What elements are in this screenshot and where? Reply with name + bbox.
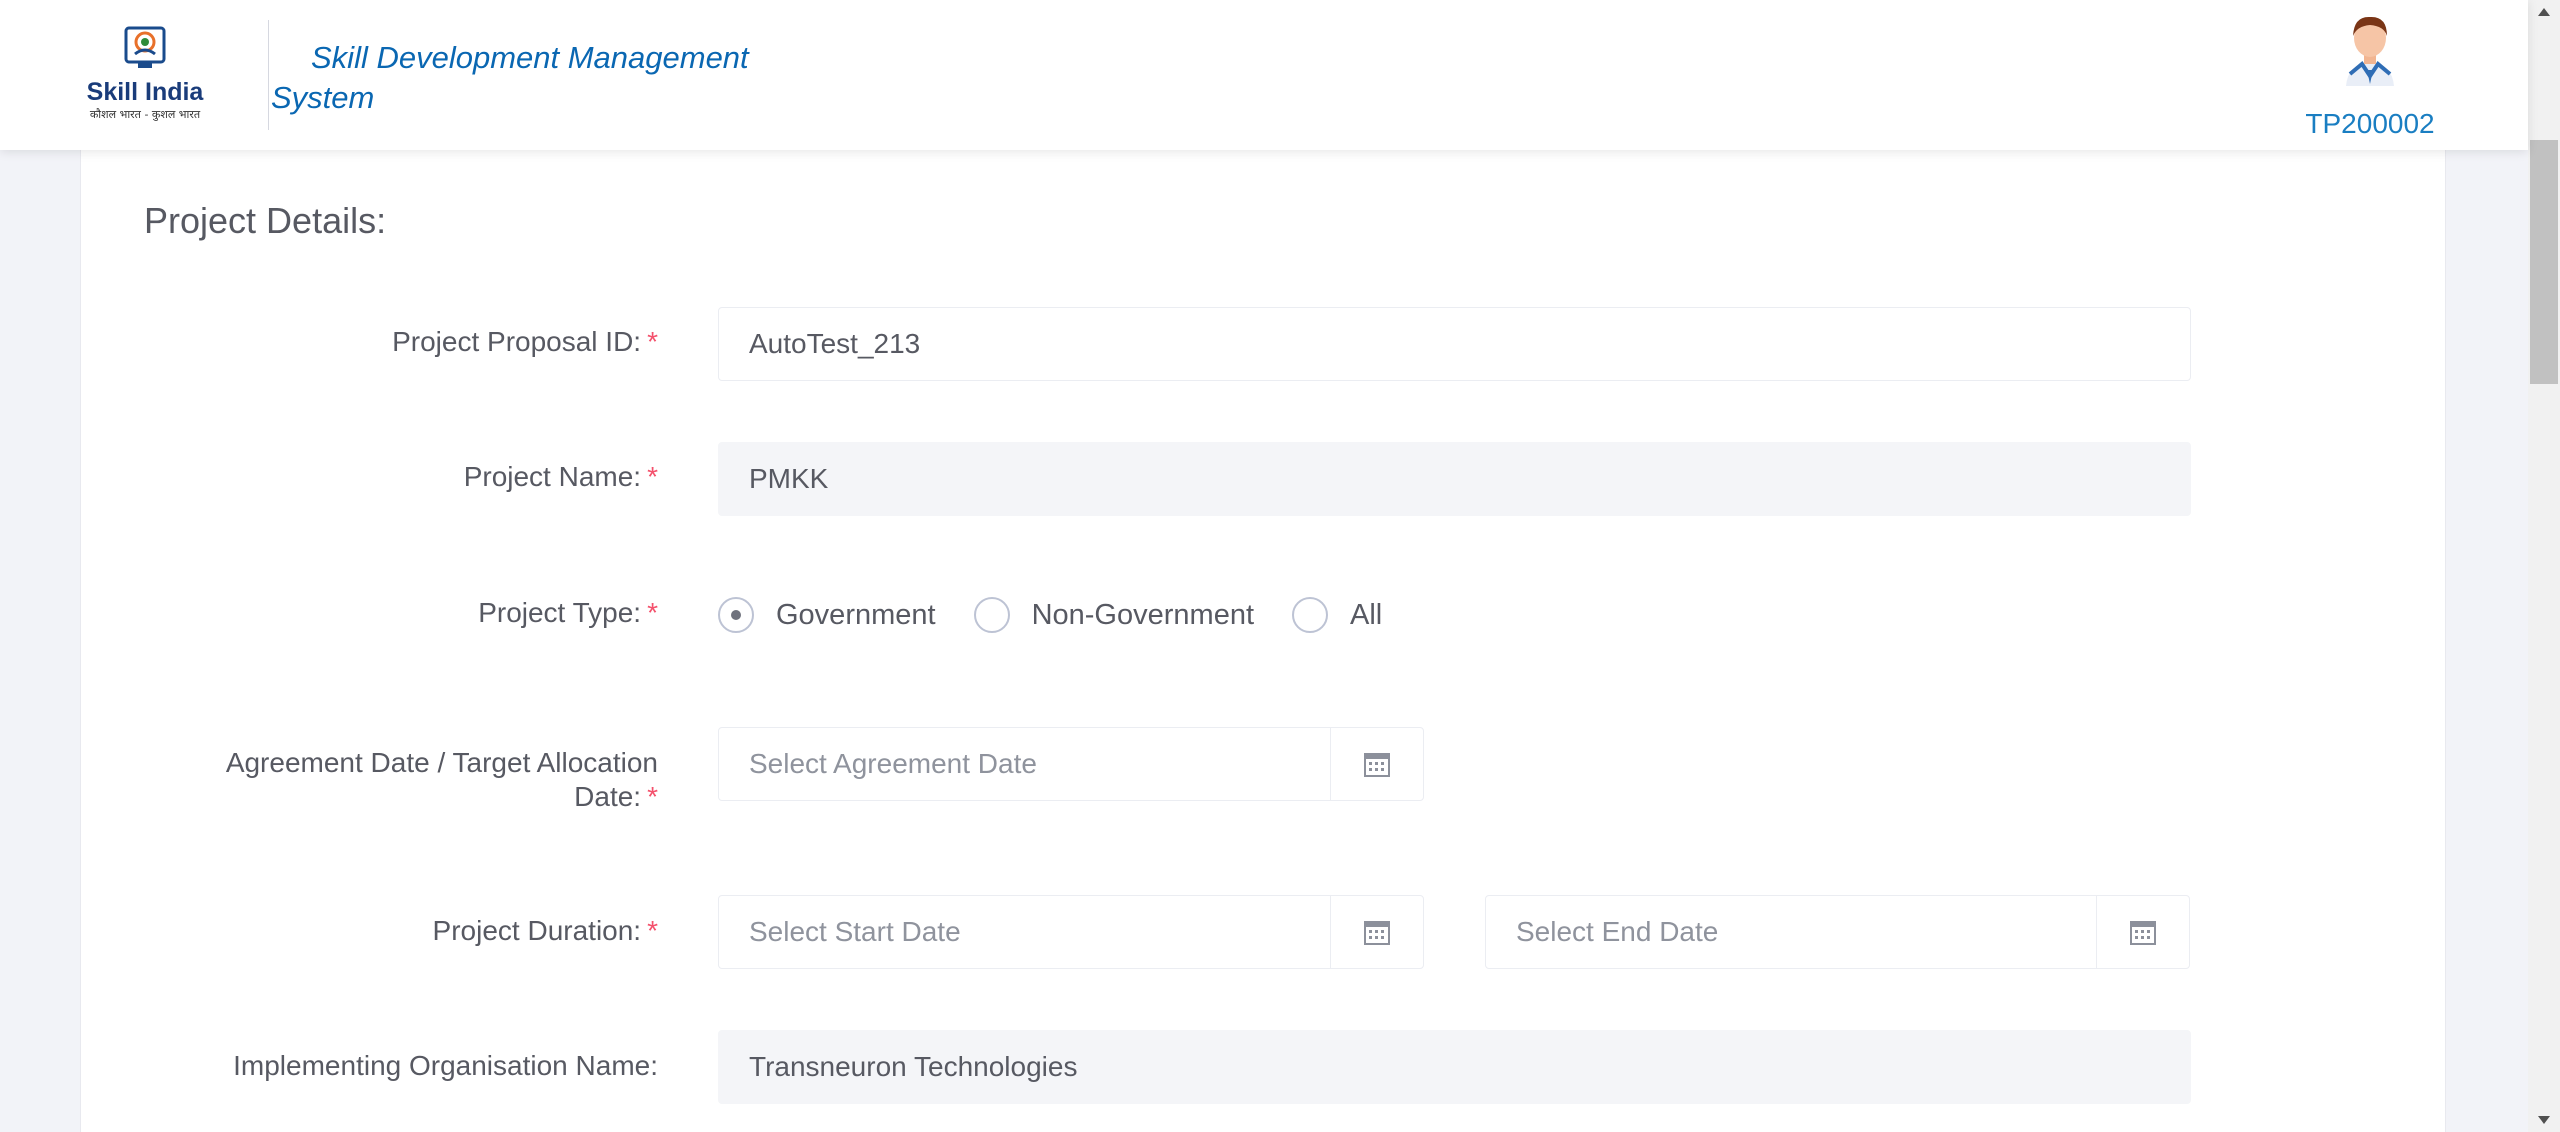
header-divider: [268, 20, 269, 130]
required-marker: *: [647, 461, 658, 492]
radio-non-government[interactable]: Non-Government: [973, 597, 1255, 633]
project-name-input[interactable]: PMKK: [718, 442, 2191, 516]
required-marker: *: [647, 326, 658, 357]
required-marker: *: [647, 597, 658, 628]
end-date-input[interactable]: Select End Date: [1485, 895, 2097, 969]
implementing-org-input[interactable]: Transneuron Technologies: [718, 1030, 2191, 1104]
required-marker: *: [647, 781, 658, 812]
project-type-radio-group: Government Non-Government All: [718, 594, 1420, 636]
skill-india-logo[interactable]: Skill India कौशल भारत - कुशल भारत: [80, 24, 210, 128]
section-title: Project Details:: [144, 200, 387, 241]
top-header: Skill India कौशल भारत - कुशल भारत Skill …: [0, 0, 2528, 150]
scroll-down-arrow-icon[interactable]: [2528, 1108, 2560, 1132]
required-marker: *: [647, 915, 658, 946]
user-id[interactable]: TP200002: [2300, 108, 2440, 140]
project-duration-label: Project Duration: *: [432, 915, 658, 946]
agreement-date-input[interactable]: Select Agreement Date: [718, 727, 1331, 801]
calendar-icon: [1364, 921, 1390, 945]
radio-non-government-circle[interactable]: [973, 597, 1010, 633]
user-avatar-icon[interactable]: [2340, 14, 2400, 86]
radio-non-government-label: Non-Government: [1031, 598, 1255, 631]
end-date-calendar-button[interactable]: [2096, 895, 2190, 969]
radio-government[interactable]: Government: [718, 597, 936, 633]
project-type-label: Project Type: *: [478, 597, 658, 628]
scroll-up-arrow-icon[interactable]: [2528, 0, 2560, 24]
implementing-org-label: Implementing Organisation Name:: [233, 1050, 658, 1081]
start-date-input[interactable]: Select Start Date: [718, 895, 1331, 969]
vertical-scrollbar[interactable]: [2528, 0, 2560, 1132]
scrollbar-thumb[interactable]: [2530, 140, 2558, 384]
radio-government-label: Government: [776, 598, 936, 631]
agreement-date-calendar-button[interactable]: [1330, 727, 1424, 801]
project-name-label: Project Name: *: [463, 461, 658, 492]
app-title: Skill Development Management System: [271, 40, 749, 115]
logo-tagline-text: कौशल भारत - कुशल भारत: [90, 108, 201, 121]
radio-all-label: All: [1350, 598, 1383, 631]
calendar-icon: [2130, 921, 2156, 945]
radio-all-circle[interactable]: [1292, 597, 1329, 633]
start-date-calendar-button[interactable]: [1330, 895, 1424, 969]
calendar-icon: [1364, 753, 1390, 777]
logo-name-text: Skill India: [87, 78, 205, 106]
project-details-card: [80, 150, 2446, 1132]
proposal-id-label: Project Proposal ID: *: [392, 326, 658, 357]
agreement-date-label-line2: Date:: [574, 781, 642, 812]
agreement-date-label: Agreement Date / Target Allocation Date:…: [226, 746, 658, 814]
agreement-date-label-line1: Agreement Date / Target Allocation: [225, 747, 658, 778]
radio-all[interactable]: All: [1292, 597, 1382, 633]
radio-government-circle[interactable]: [718, 597, 754, 633]
proposal-id-input[interactable]: AutoTest_213: [718, 307, 2191, 381]
